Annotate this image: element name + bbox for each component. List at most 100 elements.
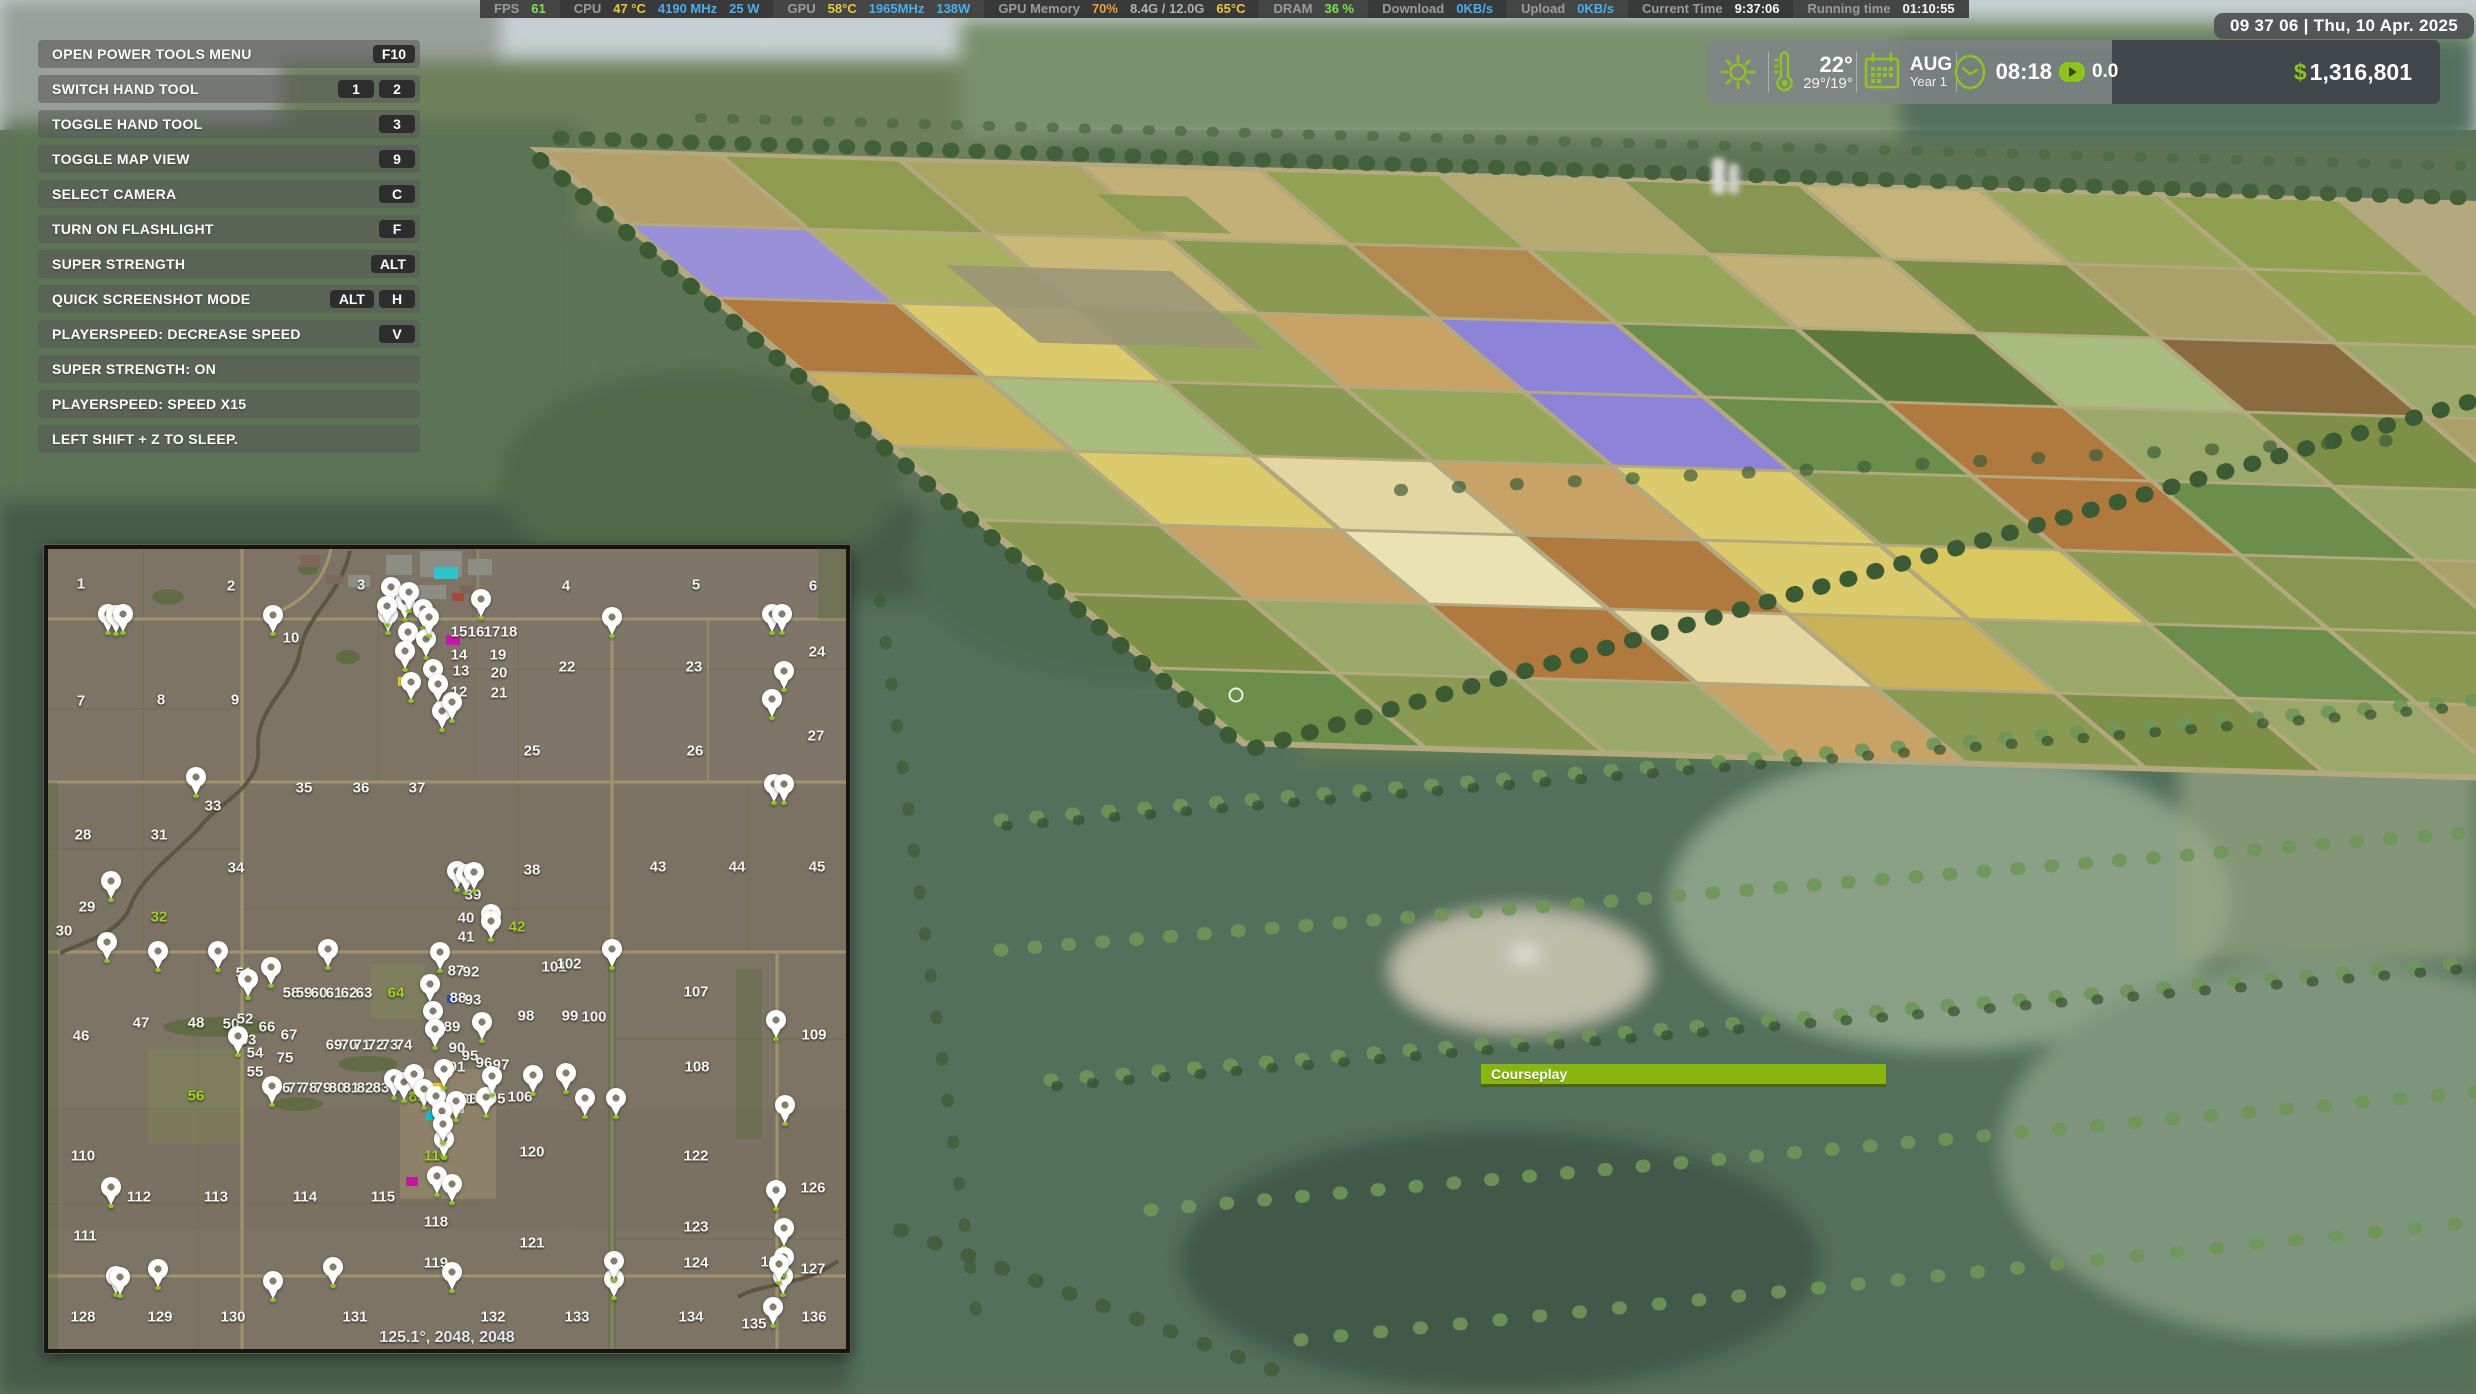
field-number-122: 122 <box>683 1148 708 1165</box>
map-pin-icon <box>768 1254 790 1284</box>
map-pin-icon <box>773 1218 795 1248</box>
field-number-92: 92 <box>463 964 480 981</box>
key-badge: F <box>379 220 415 238</box>
map-pin-icon <box>262 605 284 635</box>
map-pin-icon <box>601 607 623 637</box>
field-number-8: 8 <box>157 692 165 709</box>
keybind-hint: SUPER STRENGTHALT <box>38 250 420 278</box>
keybind-hint: PLAYERSPEED: SPEED X15 <box>38 390 420 418</box>
map-pin-icon <box>100 871 122 901</box>
map-pin-icon <box>463 862 485 892</box>
field-number-23: 23 <box>686 659 703 676</box>
map-pin-icon <box>398 582 420 612</box>
field-number-107: 107 <box>683 984 708 1001</box>
weather-section <box>1707 40 1769 104</box>
field-number-3: 3 <box>357 577 365 594</box>
field-number-132: 132 <box>480 1309 505 1326</box>
field-number-6: 6 <box>809 578 817 595</box>
map-pin-icon <box>471 1012 493 1042</box>
map-pin-icon <box>237 969 259 999</box>
play-speed-icon <box>2059 62 2085 82</box>
field-number-134: 134 <box>678 1309 703 1326</box>
minimap[interactable]: 1234567891012131415161718192021222324252… <box>44 545 850 1353</box>
field-number-112: 112 <box>127 1189 151 1206</box>
map-pin-icon <box>419 974 441 1004</box>
field-number-33: 33 <box>205 798 222 815</box>
field-number-63: 63 <box>356 985 373 1002</box>
field-number-10: 10 <box>283 630 300 647</box>
month-value: AUG <box>1910 55 1952 75</box>
field-number-74: 74 <box>396 1037 413 1054</box>
field-number-18: 18 <box>501 624 518 641</box>
field-number-89: 89 <box>444 1019 461 1036</box>
field-number-123: 123 <box>683 1219 708 1236</box>
courseplay-progress-bar: Courseplay <box>1481 1064 1886 1087</box>
map-pin-icon <box>185 767 207 797</box>
keybind-hint: PLAYERSPEED: DECREASE SPEEDV <box>38 320 420 348</box>
field-number-21: 21 <box>491 685 508 702</box>
map-pin-icon <box>394 641 416 671</box>
monitor-segment-gpu: GPU58°C1965MHz138W <box>773 0 984 18</box>
field-number-27: 27 <box>808 728 825 745</box>
map-pin-icon <box>432 1114 454 1144</box>
keybind-hint: LEFT SHIFT + Z TO SLEEP. <box>38 425 420 453</box>
monitor-segment-upload: Upload0KB/s <box>1507 0 1628 18</box>
field-number-29: 29 <box>79 899 96 916</box>
key-badge: C <box>379 185 415 203</box>
datetime-badge: 09 37 06 | Thu, 10 Apr. 2025 <box>2214 13 2474 39</box>
field-number-13: 13 <box>453 663 470 680</box>
keybind-hint: TURN ON FLASHLIGHTF <box>38 215 420 243</box>
map-pin-icon <box>147 1259 169 1289</box>
field-number-42: 42 <box>509 919 526 936</box>
field-number-100: 100 <box>581 1009 606 1026</box>
system-monitor-bar: FPS61CPU47 °C4190 MHz25 WGPU58°C1965MHz1… <box>480 0 1969 18</box>
key-badge: H <box>379 290 415 308</box>
field-number-120: 120 <box>519 1144 544 1161</box>
field-number-20: 20 <box>491 665 508 682</box>
map-pin-icon <box>761 689 783 719</box>
hud-status-panel: 22° 29°/19° AUG Year 1 <box>1707 40 2440 104</box>
field-number-48: 48 <box>188 1015 205 1032</box>
map-pin-icon <box>376 596 398 626</box>
year-value: Year 1 <box>1910 75 1952 89</box>
keybind-hint: TOGGLE MAP VIEW9 <box>38 145 420 173</box>
map-pin-icon <box>601 939 623 969</box>
map-pin-icon <box>112 604 134 634</box>
map-pin-icon <box>109 1267 131 1297</box>
key-badge: 3 <box>379 115 415 133</box>
field-number-41: 41 <box>458 929 475 946</box>
game-viewport[interactable]: FPS61CPU47 °C4190 MHz25 WGPU58°C1965MHz1… <box>0 0 2476 1394</box>
field-number-46: 46 <box>73 1028 90 1045</box>
monitor-segment-cpu: CPU47 °C4190 MHz25 W <box>560 0 774 18</box>
field-number-36: 36 <box>353 780 370 797</box>
field-number-5: 5 <box>692 577 700 594</box>
field-number-66: 66 <box>259 1019 276 1036</box>
field-number-126: 126 <box>800 1180 825 1197</box>
field-number-32: 32 <box>151 909 168 926</box>
map-pin-icon <box>207 941 229 971</box>
map-pin-icon <box>765 1180 787 1210</box>
map-pin-icon <box>147 941 169 971</box>
field-number-110: 110 <box>71 1148 95 1165</box>
map-pin-icon <box>424 1019 446 1049</box>
map-pin-icon <box>481 1066 503 1096</box>
monitor-segment-current-time: Current Time9:37:06 <box>1628 0 1793 18</box>
field-number-75: 75 <box>277 1050 294 1067</box>
clock-icon <box>1951 51 1989 93</box>
temperature-value: 22° <box>1803 53 1853 76</box>
field-number-99: 99 <box>562 1008 579 1025</box>
keybind-hint: SUPER STRENGTH: ON <box>38 355 420 383</box>
key-badge: 1 <box>338 80 374 98</box>
map-pin-icon <box>774 1095 796 1125</box>
calendar-icon <box>1862 51 1902 93</box>
courseplay-label: Courseplay <box>1481 1066 1567 1082</box>
field-number-114: 114 <box>293 1189 317 1206</box>
map-pin-icon <box>762 1297 784 1327</box>
field-number-7: 7 <box>77 693 85 710</box>
map-pin-icon <box>441 1262 463 1292</box>
calendar-section: AUG Year 1 <box>1857 40 1957 104</box>
keybind-hint-panel: OPEN POWER TOOLS MENUF10SWITCH HAND TOOL… <box>38 40 420 460</box>
monitor-segment-download: Download0KB/s <box>1368 0 1507 18</box>
monitor-segment-gpu-memory: GPU Memory70%8.4G / 12.0G65°C <box>984 0 1259 18</box>
map-pin-icon <box>100 1177 122 1207</box>
